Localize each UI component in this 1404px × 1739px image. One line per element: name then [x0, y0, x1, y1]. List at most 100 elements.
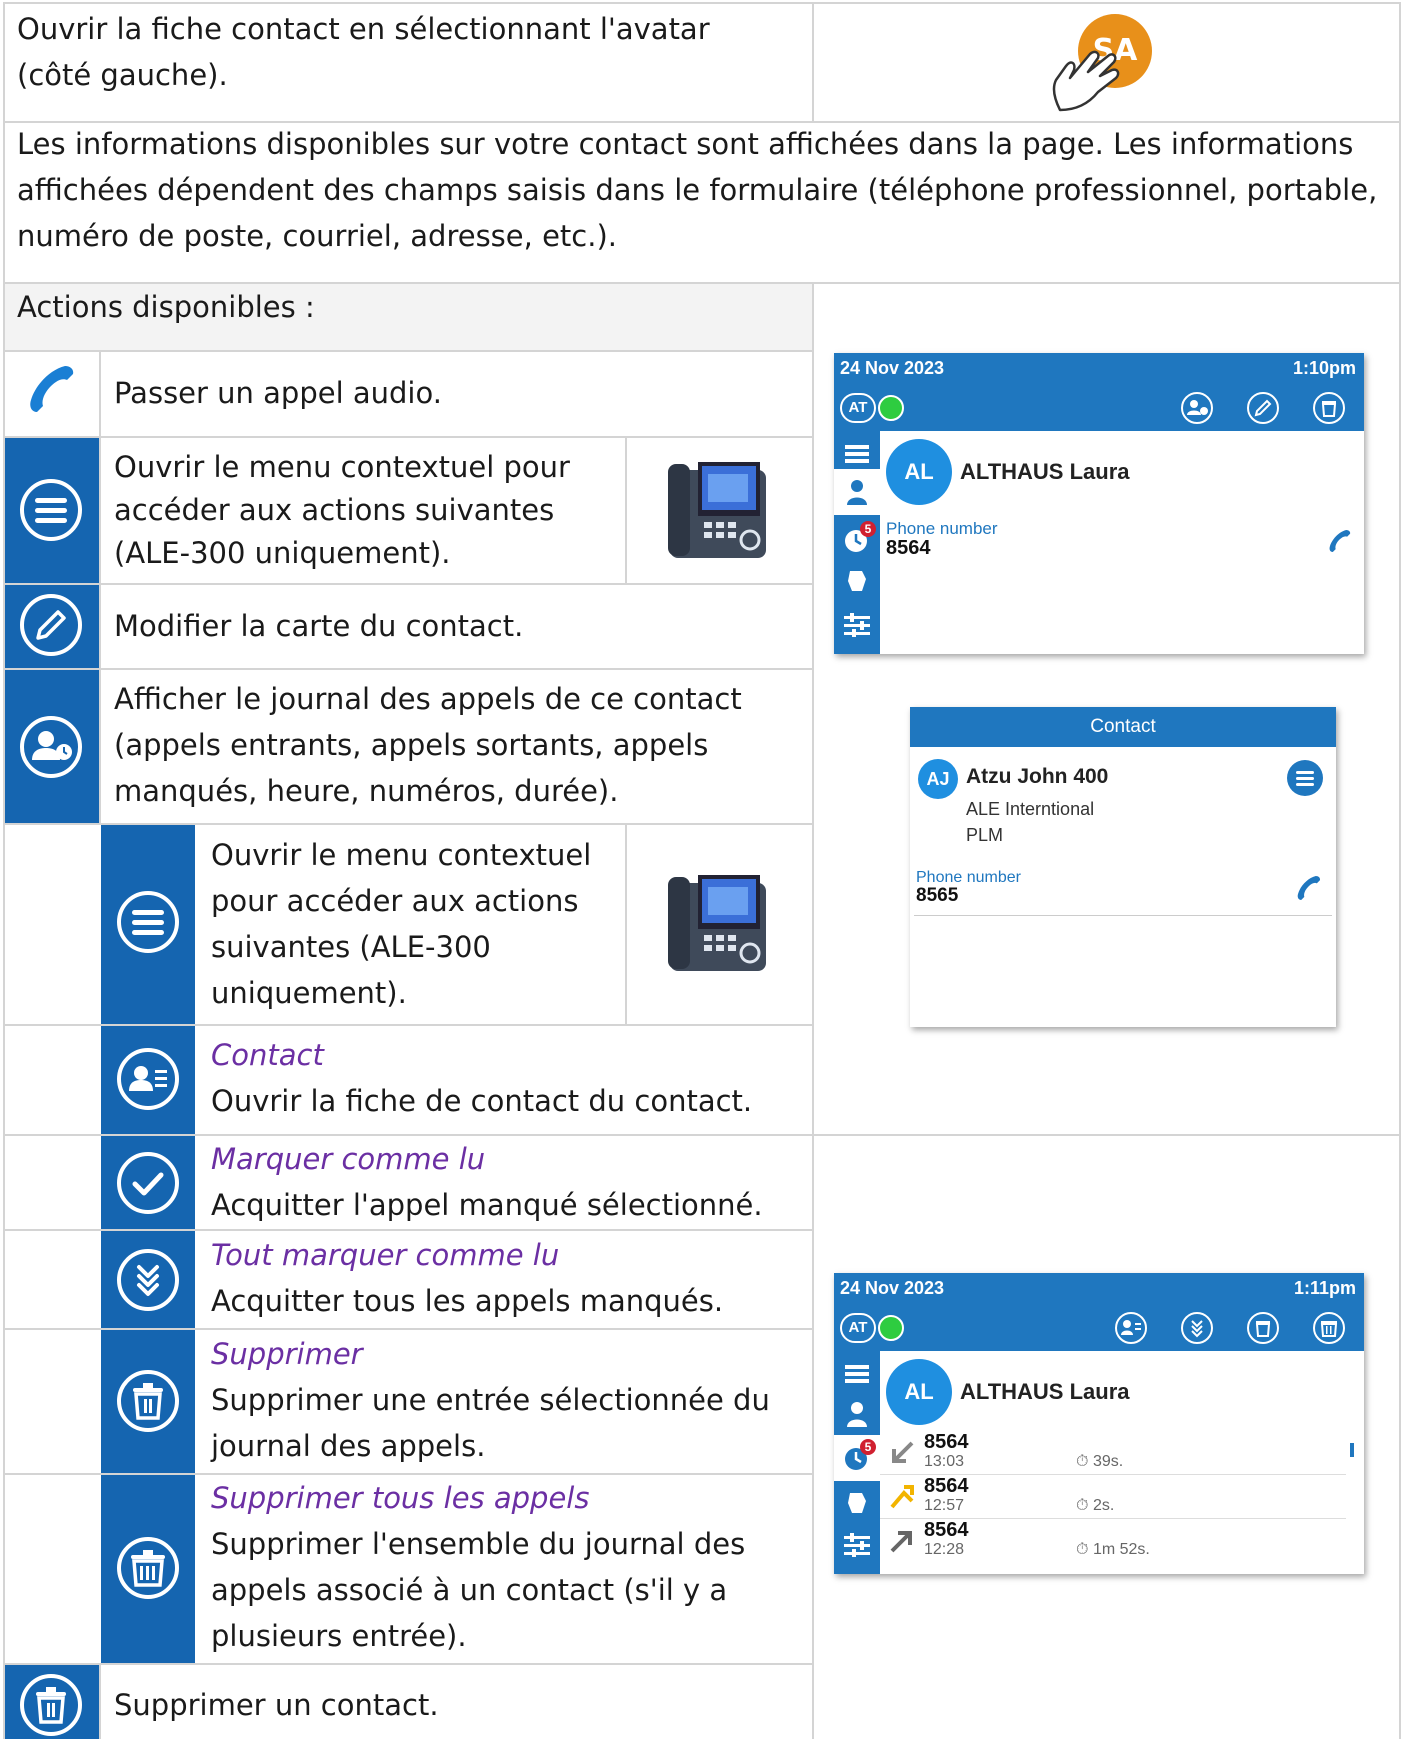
divider — [914, 915, 1332, 916]
column-divider — [812, 2, 814, 122]
sidebar-item-contact[interactable] — [834, 469, 880, 515]
trash-circle-icon — [117, 1370, 179, 1432]
menu-circle-icon[interactable] — [1286, 759, 1324, 797]
call-duration-value: 39s. — [1092, 1453, 1124, 1470]
call-log-row[interactable]: 8564 12:28 ⏱ 1m 52s. — [880, 1519, 1346, 1563]
call-time: 12:57 — [924, 1497, 965, 1514]
call-duration: ⏱ 39s. — [1076, 1453, 1124, 1470]
contact-company: ALE Interntional — [966, 799, 1095, 819]
row-divider — [3, 1663, 813, 1665]
mark-read-title: Marquer comme lu — [211, 1142, 486, 1176]
settings-sliders-icon[interactable] — [844, 613, 870, 637]
phone-screen-contact-popup: Contact AJ Atzu John 400 ALE Interntiona… — [910, 707, 1336, 1027]
phone-status-bar: 24 Nov 2023 1:10pm AT — [834, 353, 1364, 431]
call-log-row[interactable]: 8564 13:03 ⏱ 39s. — [880, 1431, 1346, 1475]
contact-avatar[interactable]: AL — [886, 1359, 952, 1425]
outgoing-call-arrow-icon — [890, 1531, 912, 1553]
call-duration-value: 1m 52s. — [1092, 1541, 1150, 1558]
double-chevron-down-icon[interactable] — [1180, 1311, 1214, 1345]
pencil-icon[interactable] — [1246, 391, 1280, 425]
phone-date: 24 Nov 2023 — [840, 358, 945, 378]
contact-desc: Ouvrir la fiche de contact du contact. — [211, 1084, 753, 1118]
menu-action-text: Ouvrir le menu contextuel pour accéder a… — [114, 450, 570, 570]
phone-status-bar: 24 Nov 2023 1:11pm AT — [834, 1273, 1364, 1351]
intro-text: Ouvrir la fiche contact en sélectionnant… — [17, 12, 710, 92]
presence-badge[interactable]: AT — [840, 1313, 876, 1343]
person-icon[interactable] — [847, 1401, 867, 1427]
delete-title: Supprimer — [211, 1337, 363, 1371]
contact-history-icon — [20, 716, 82, 778]
contact-initials: AJ — [926, 769, 950, 789]
checkmark-circle-icon — [117, 1152, 179, 1214]
contact-title: Contact — [211, 1038, 324, 1072]
delete-all-title: Supprimer tous les appels — [211, 1481, 590, 1515]
incoming-call-arrow-icon — [892, 1441, 914, 1463]
desk-phone-icon — [668, 462, 766, 558]
double-chevron-down-icon — [117, 1249, 179, 1311]
call-number: 8564 — [924, 1519, 969, 1541]
call-action-text: Passer un appel audio. — [114, 376, 442, 410]
menu-circle-icon — [117, 891, 179, 953]
table-border-left — [3, 2, 5, 1739]
contact-name: ALTHAUS Laura — [960, 1379, 1130, 1404]
contact-avatar[interactable]: AL — [886, 439, 952, 505]
contact-avatar[interactable]: AJ — [918, 759, 958, 799]
presence-dot — [878, 395, 904, 421]
settings-sliders-icon[interactable] — [844, 1533, 870, 1557]
delete-desc: Supprimer une entrée sélectionnée du jou… — [211, 1383, 770, 1463]
phone-handset-icon[interactable] — [1296, 875, 1322, 901]
avatar-tap-illustration: SA — [1050, 14, 1160, 114]
desk-phone-icon — [668, 875, 766, 971]
trash-icon[interactable] — [1312, 391, 1346, 425]
person-icon — [847, 480, 867, 505]
column-divider — [99, 350, 101, 825]
edit-action-text: Modifier la carte du contact. — [114, 609, 524, 643]
missed-calls-badge: 5 — [860, 1439, 876, 1455]
missed-calls-badge: 5 — [860, 521, 876, 537]
phone-time: 1:10pm — [1292, 358, 1356, 378]
phone-screen-call-log: 24 Nov 2023 1:11pm AT 5 AL ALTHAUS Laura… — [834, 1273, 1364, 1574]
list-icon[interactable] — [845, 443, 869, 465]
phone-sidebar: 5 — [834, 431, 880, 654]
sidebar-item-history[interactable]: 5 — [834, 1435, 880, 1481]
phone-date: 24 Nov 2023 — [840, 1278, 945, 1298]
call-time: 13:03 — [924, 1453, 965, 1470]
column-divider — [99, 1663, 101, 1739]
contact-history-icon[interactable] — [1180, 391, 1214, 425]
trash-all-icon[interactable] — [1312, 1311, 1346, 1345]
hand-tap-icon — [1052, 50, 1120, 112]
presence-badge[interactable]: AT — [840, 393, 876, 423]
table-border-right — [1399, 2, 1401, 1739]
presence-initials: AT — [848, 399, 868, 416]
actions-header: Actions disponibles : — [17, 290, 315, 324]
trash-all-circle-icon — [117, 1537, 179, 1599]
journal-action-text: Afficher le journal des appels de ce con… — [114, 682, 742, 808]
call-log-row[interactable]: 8564 12:57 ⏱ 2s. — [880, 1475, 1346, 1519]
contact-name: ALTHAUS Laura — [960, 459, 1130, 484]
column-divider — [812, 282, 814, 1739]
trash-icon[interactable] — [1246, 1311, 1280, 1345]
row-divider — [3, 583, 813, 585]
call-duration: ⏱ 1m 52s. — [1076, 1541, 1150, 1558]
contact-initials: AL — [904, 1379, 934, 1404]
phone-handset-icon[interactable] — [1328, 529, 1352, 553]
list-icon[interactable] — [845, 1363, 869, 1385]
hand-icon[interactable] — [846, 569, 868, 593]
hand-icon[interactable] — [846, 1491, 868, 1515]
delete-contact-text: Supprimer un contact. — [114, 1688, 439, 1722]
trash-circle-icon — [20, 1674, 82, 1736]
contact-card-icon — [117, 1048, 179, 1110]
phone-time: 1:11pm — [1293, 1278, 1356, 1298]
delete-all-desc: Supprimer l'ensemble du journal des appe… — [211, 1527, 746, 1653]
missed-call-arrow-icon — [890, 1485, 914, 1509]
contact-card-icon[interactable] — [1114, 1311, 1148, 1345]
menu-circle-icon — [20, 479, 82, 541]
call-time: 12:28 — [924, 1541, 965, 1558]
phone-number-label: Phone number — [886, 519, 998, 538]
mark-read-desc: Acquitter l'appel manqué sélectionné. — [211, 1188, 763, 1222]
contact-name: Atzu John 400 — [966, 765, 1109, 788]
phone-number-value: 8564 — [886, 537, 931, 559]
scrollbar[interactable] — [1350, 1443, 1354, 1457]
phone-handset-icon — [30, 366, 74, 412]
presence-dot — [878, 1315, 904, 1341]
